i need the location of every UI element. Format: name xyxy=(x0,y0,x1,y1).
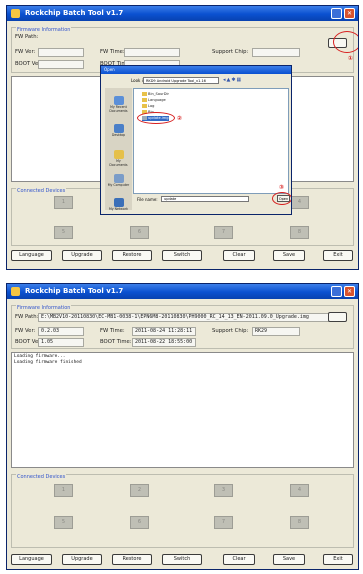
place-network[interactable]: My Network xyxy=(107,198,130,211)
firmware-info-group: Firmware Information FW Path: E:\MB2V10-… xyxy=(11,305,354,349)
fw-time-label: FW Time: xyxy=(100,328,125,334)
switch-button[interactable]: Switch xyxy=(162,554,202,565)
network-icon xyxy=(113,198,124,207)
fw-time-field: 2011-08-24 11:28:11 xyxy=(132,327,196,336)
close-button[interactable]: ✕ xyxy=(344,8,355,19)
boot-ver-field: 1.05 xyxy=(38,338,84,347)
file-name-input[interactable]: update xyxy=(161,196,249,202)
annotation-circle-1 xyxy=(333,31,358,53)
folder-icon xyxy=(142,98,147,102)
language-button[interactable]: Language xyxy=(11,250,52,261)
boot-ver-field xyxy=(38,60,84,69)
device-slot[interactable]: 2 xyxy=(130,484,149,497)
file-item[interactable]: Language xyxy=(142,98,166,103)
fw-time-field xyxy=(124,48,180,57)
device-slot[interactable]: 8 xyxy=(290,516,309,529)
title-bar: Rockchip Batch Tool v1.7 ✕ xyxy=(7,284,358,299)
desktop-icon xyxy=(113,124,124,133)
batch-tool-window-loaded: Rockchip Batch Tool v1.7 ✕ Firmware Info… xyxy=(6,283,359,570)
clear-button[interactable]: Clear xyxy=(223,250,255,261)
fw-ver-field: 0.2.03 xyxy=(38,327,84,336)
support-chip-label: Support Chip: xyxy=(212,328,249,334)
fw-path-label: FW Path: xyxy=(15,314,39,320)
annotation-marker-2: ② xyxy=(177,115,183,122)
log-line: Loading firmware finished xyxy=(14,360,82,365)
fw-path-field: E:\MB2V10-20110830\EC-MB1-0038-1\EPN6M8-… xyxy=(38,313,330,322)
upgrade-button[interactable]: Upgrade xyxy=(62,554,102,565)
exit-button[interactable]: Exit xyxy=(323,554,353,565)
browse-button[interactable] xyxy=(328,312,347,322)
batch-tool-window-open-dialog: Rockchip Batch Tool v1.7 ✕ Firmware Info… xyxy=(6,5,359,270)
support-chip-field xyxy=(252,48,300,57)
boot-time-field: 2011-08-22 18:55:00 xyxy=(132,338,196,347)
device-slot[interactable]: 1 xyxy=(54,484,73,497)
button-bar: Language Upgrade Restore Switch Clear Sa… xyxy=(7,554,358,566)
minimize-button[interactable] xyxy=(331,286,342,297)
file-item[interactable]: Bin_SourDir xyxy=(142,92,169,97)
connected-devices-title: Connected Devices xyxy=(16,474,67,480)
annotation-circle-3 xyxy=(272,192,291,205)
place-desktop[interactable]: Desktop xyxy=(107,124,130,137)
boot-time-label: BOOT Time: xyxy=(100,339,132,345)
device-slot[interactable]: 7 xyxy=(214,226,233,239)
title-bar: Rockchip Batch Tool v1.7 ✕ xyxy=(7,6,358,21)
recent-documents-icon xyxy=(113,96,124,105)
file-list: Bin_SourDir Language Log Bin update.img … xyxy=(133,88,289,194)
firmware-info-title: Firmware Information xyxy=(16,27,72,33)
places-bar: My Recent Documents Desktop My Documents… xyxy=(105,88,132,211)
device-slot[interactable]: 6 xyxy=(130,516,149,529)
device-slot[interactable]: 3 xyxy=(214,484,233,497)
place-my-documents[interactable]: My Documents xyxy=(107,150,130,167)
file-name-label: File name: xyxy=(137,197,158,202)
device-slot[interactable]: 4 xyxy=(290,484,309,497)
app-icon xyxy=(11,9,20,18)
support-chip-label: Support Chip: xyxy=(212,49,249,55)
device-slot[interactable]: 5 xyxy=(54,226,73,239)
minimize-button[interactable] xyxy=(331,8,342,19)
restore-button[interactable]: Restore xyxy=(112,554,152,565)
button-bar: Language Upgrade Restore Switch Clear Sa… xyxy=(7,250,358,262)
fw-ver-label: FW Ver: xyxy=(15,49,36,55)
file-item[interactable]: Log xyxy=(142,104,154,109)
upgrade-button[interactable]: Upgrade xyxy=(62,250,102,261)
device-slot[interactable]: 5 xyxy=(54,516,73,529)
log-area: Loading firmware... Loading firmware fin… xyxy=(11,352,354,468)
exit-button[interactable]: Exit xyxy=(323,250,353,261)
annotation-marker-3: ③ xyxy=(279,184,285,191)
annotation-marker-1: ① xyxy=(348,55,354,62)
support-chip-field: RK29 xyxy=(252,327,300,336)
switch-button[interactable]: Switch xyxy=(162,250,202,261)
device-slot[interactable]: 8 xyxy=(290,226,309,239)
save-button[interactable]: Save xyxy=(273,554,305,565)
look-in-dropdown[interactable]: RKD9 Android Upgrade Tool_v1.16 xyxy=(143,77,219,84)
open-file-dialog: Open Look in: RKD9 Android Upgrade Tool_… xyxy=(100,65,292,215)
save-button[interactable]: Save xyxy=(273,250,305,261)
dialog-title: Open xyxy=(101,66,291,74)
fw-ver-field xyxy=(38,48,84,57)
clear-button[interactable]: Clear xyxy=(223,554,255,565)
my-documents-icon xyxy=(113,150,124,159)
app-icon xyxy=(11,287,20,296)
device-slot[interactable]: 1 xyxy=(54,196,73,209)
close-button[interactable]: ✕ xyxy=(344,286,355,297)
firmware-info-title: Firmware Information xyxy=(16,305,72,311)
folder-icon xyxy=(142,104,147,108)
window-title: Rockchip Batch Tool v1.7 xyxy=(25,287,124,295)
window-title: Rockchip Batch Tool v1.7 xyxy=(25,9,124,17)
place-recent[interactable]: My Recent Documents xyxy=(107,96,130,113)
device-slot[interactable]: 4 xyxy=(290,196,309,209)
connected-devices-title: Connected Devices xyxy=(16,188,67,194)
device-slot[interactable]: 6 xyxy=(130,226,149,239)
restore-button[interactable]: Restore xyxy=(112,250,152,261)
my-computer-icon xyxy=(113,174,124,183)
folder-icon xyxy=(142,92,147,96)
language-button[interactable]: Language xyxy=(11,554,52,565)
fw-time-label: FW Time: xyxy=(100,49,125,55)
annotation-circle-2 xyxy=(137,112,175,124)
device-slot[interactable]: 7 xyxy=(214,516,233,529)
fw-ver-label: FW Ver: xyxy=(15,328,36,334)
dialog-toolbar-icons[interactable]: ◂▲✱▦ xyxy=(223,77,257,84)
place-my-computer[interactable]: My Computer xyxy=(107,174,130,187)
fw-path-label: FW Path: xyxy=(15,34,39,40)
